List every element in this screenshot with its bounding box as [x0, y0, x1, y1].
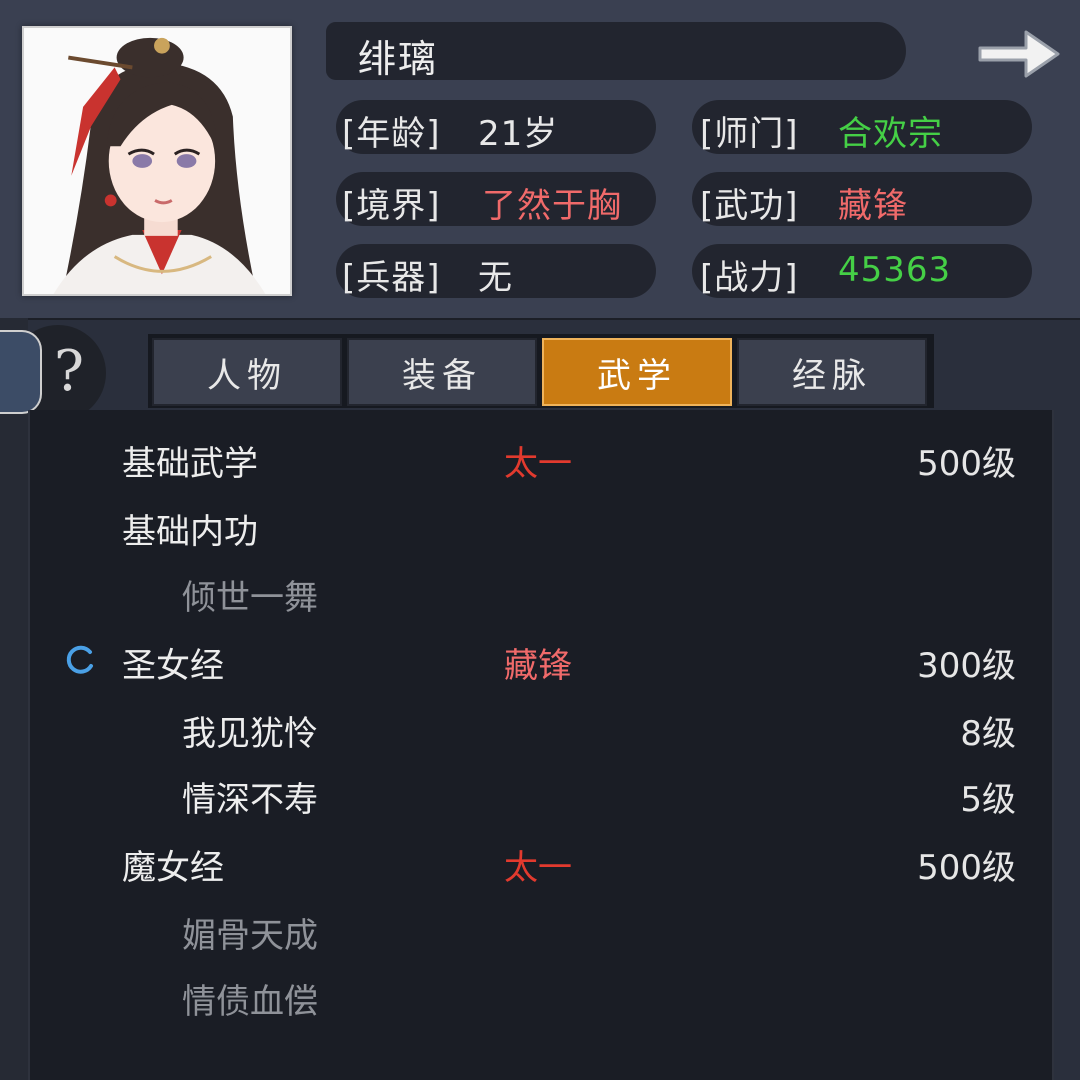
list-item[interactable]: 情债血偿 — [30, 966, 1056, 1026]
side-strip — [0, 318, 28, 1080]
skill-level: 300级 — [917, 646, 1016, 686]
skill-label: [武功] — [700, 186, 799, 226]
martial-arts-panel: 基础武学 太一 500级 基础内功 倾世一舞 圣女经 藏锋 300级 我见犹怜 … — [28, 410, 1054, 1080]
skill-level: 500级 — [917, 848, 1016, 888]
age-value: 21岁 — [478, 114, 559, 154]
realm-value: 了然于胸 — [482, 186, 622, 226]
age-label: [年龄] — [342, 114, 441, 154]
question-icon: ? — [54, 339, 85, 404]
arrow-right-icon — [978, 30, 1060, 78]
side-tab-handle[interactable] — [0, 330, 42, 414]
weapon-label: [兵器] — [342, 258, 441, 298]
weapon-value: 无 — [478, 258, 513, 298]
sub-skill-name: 媚骨天成 — [182, 916, 318, 956]
sub-skill-name: 倾世一舞 — [182, 578, 318, 618]
sect-label: [师门] — [700, 114, 799, 154]
portrait-image — [24, 28, 290, 294]
list-item[interactable]: 基础内功 — [30, 496, 1056, 556]
skill-name: 魔女经 — [122, 848, 224, 888]
skill-level: 8级 — [960, 714, 1016, 754]
skill-level: 500级 — [917, 444, 1016, 484]
list-item[interactable]: 我见犹怜 8级 — [30, 698, 1056, 758]
sect-value: 合欢宗 — [838, 114, 943, 154]
skill-tag: 太一 — [504, 444, 572, 484]
sub-skill-name: 情深不寿 — [182, 780, 318, 820]
skill-tag: 藏锋 — [504, 646, 572, 686]
list-item[interactable]: 魔女经 太一 500级 — [30, 832, 1056, 892]
list-item[interactable]: 情深不寿 5级 — [30, 764, 1056, 824]
power-value: 45363 — [838, 250, 952, 290]
tab-equipment[interactable]: 装备 — [347, 338, 537, 406]
skill-value: 藏锋 — [838, 186, 908, 226]
skill-tag: 太一 — [504, 848, 572, 888]
skill-name: 基础内功 — [122, 512, 258, 552]
loading-spinner-icon — [66, 645, 93, 674]
skill-name: 圣女经 — [122, 646, 224, 686]
character-header: 绯璃 [年龄] 21岁 [师门] 合欢宗 [境界] 了然于胸 [武功] 藏锋 [… — [0, 0, 1080, 320]
tab-character[interactable]: 人物 — [152, 338, 342, 406]
power-label: [战力] — [700, 258, 799, 298]
skill-level: 5级 — [960, 780, 1016, 820]
sub-skill-name: 情债血偿 — [182, 982, 318, 1022]
next-character-button[interactable] — [972, 22, 1064, 86]
character-portrait — [22, 26, 292, 296]
list-item[interactable]: 倾世一舞 — [30, 562, 1056, 622]
list-item[interactable]: 媚骨天成 — [30, 900, 1056, 960]
skill-name: 基础武学 — [122, 444, 258, 484]
tab-martial-arts[interactable]: 武学 — [542, 338, 732, 406]
list-item[interactable]: 基础武学 太一 500级 — [30, 428, 1056, 488]
list-item[interactable]: 圣女经 藏锋 300级 — [30, 630, 1056, 690]
tab-meridians[interactable]: 经脉 — [737, 338, 927, 406]
sub-skill-name: 我见犹怜 — [182, 714, 318, 754]
realm-label: [境界] — [342, 186, 441, 226]
character-name: 绯璃 — [358, 37, 439, 81]
